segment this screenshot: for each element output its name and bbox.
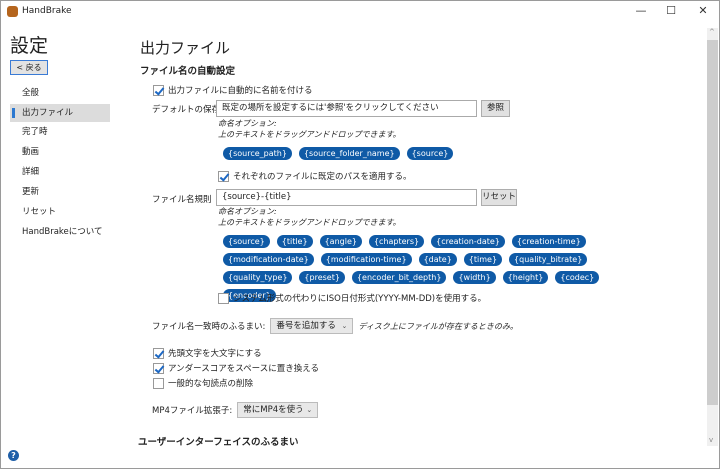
title-bar: HandBrake — ☐ ✕ [0, 0, 720, 24]
iso-date-label: システム形式の代わりにISO日付形式(YYYY-MM-DD)を使用する。 [233, 294, 487, 304]
page-title: 出力ファイル [140, 39, 231, 57]
sidebar-item-when-done[interactable]: 完了時 [10, 123, 110, 141]
maximize-button[interactable]: ☐ [656, 4, 686, 20]
sidebar-item-updates[interactable]: 更新 [10, 183, 110, 201]
hint-line-1: 命名オプション: [218, 119, 277, 128]
punctuation-row[interactable]: 一般的な句読点の削除 [153, 377, 253, 389]
chip[interactable]: {modification-date} [223, 253, 314, 266]
chip[interactable]: {creation-date} [431, 235, 505, 248]
chevron-down-icon: ⌄ [306, 406, 313, 414]
chip[interactable]: {time} [463, 253, 503, 266]
auto-name-checkbox-row[interactable]: 出力ファイルに自動的に名前を付ける [153, 84, 313, 96]
chip[interactable]: {title} [276, 235, 313, 248]
iso-date-row[interactable]: システム形式の代わりにISO日付形式(YYYY-MM-DD)を使用する。 [218, 292, 486, 304]
window-title: HandBrake [22, 6, 72, 16]
hint-line-2: 上のテキストをドラッグアンドドロップできます。 [218, 130, 401, 139]
close-button[interactable]: ✕ [688, 4, 718, 20]
underscore-checkbox[interactable] [153, 362, 164, 374]
auto-name-checkbox[interactable] [153, 84, 164, 96]
section-ui-behavior: ユーザーインターフェイスのふるまい [138, 437, 299, 448]
back-button[interactable]: < 戻る [10, 60, 48, 75]
hint-line-2: 上のテキストをドラッグアンドドロップできます。 [218, 218, 401, 227]
chip-source[interactable]: {source} [406, 147, 454, 160]
collision-value: 番号を追加する [276, 321, 336, 331]
chevron-down-icon: ⌄ [341, 322, 348, 330]
mp4-label: MP4ファイル拡張子: [152, 406, 233, 416]
sidebar-item-about[interactable]: HandBrakeについて [10, 223, 110, 241]
scroll-down-icon[interactable]: v [709, 436, 713, 444]
chip[interactable]: {width} [453, 271, 496, 284]
scrollbar-thumb[interactable] [707, 40, 718, 405]
hint-line-1: 命名オプション: [218, 207, 277, 216]
default-path-input[interactable]: 既定の場所を設定するには'参照'をクリックしてください [216, 100, 477, 117]
reset-format-button[interactable]: リセット [481, 189, 517, 206]
browse-button[interactable]: 参照 [481, 100, 510, 117]
mp4-value: 常にMP4を使う [243, 405, 304, 415]
file-format-input[interactable]: {source}-{title} [216, 189, 477, 206]
section-auto-naming: ファイル名の自動設定 [140, 66, 236, 77]
chip[interactable]: {height} [502, 271, 549, 284]
naming-hint: 命名オプション: 上のテキストをドラッグアンドドロップできます。 [218, 118, 401, 140]
chip[interactable]: {angle} [319, 235, 362, 248]
scroll-up-icon[interactable]: ^ [709, 28, 715, 36]
chip[interactable]: {quality_bitrate} [509, 253, 588, 266]
mp4-row: MP4ファイル拡張子: 常にMP4を使う ⌄ [152, 402, 319, 418]
chip-source-path[interactable]: {source_path} [223, 147, 292, 160]
mp4-select[interactable]: 常にMP4を使う ⌄ [237, 402, 319, 418]
sidebar-item-general[interactable]: 全般 [10, 84, 110, 102]
chip[interactable]: {preset} [299, 271, 345, 284]
sidebar-item-reset[interactable]: リセット [10, 203, 110, 221]
chip[interactable]: {codec} [555, 271, 600, 284]
help-icon[interactable]: ? [8, 450, 19, 461]
chip[interactable]: {modification-time} [320, 253, 412, 266]
apply-path-row[interactable]: それぞれのファイルに既定のパスを適用する。 [218, 170, 412, 182]
punctuation-label: 一般的な句読点の削除 [168, 379, 254, 389]
underscore-label: アンダースコアをスペースに置き換える [168, 364, 319, 374]
collision-select[interactable]: 番号を追加する ⌄ [270, 318, 354, 334]
naming-hint-2: 命名オプション: 上のテキストをドラッグアンドドロップできます。 [218, 206, 401, 228]
collision-hint: ディスク上にファイルが存在するときのみ。 [358, 321, 518, 331]
sidebar-item-advanced[interactable]: 詳細 [10, 163, 110, 181]
chip[interactable]: {encoder_bit_depth} [351, 271, 447, 284]
chip-source-folder-name[interactable]: {source_folder_name} [298, 147, 400, 160]
collision-row: ファイル名一致時のふるまい: 番号を追加する ⌄ ディスク上にファイルが存在すると… [152, 318, 518, 334]
path-chips: {source_path} {source_folder_name} {sour… [223, 147, 623, 160]
sidebar-item-output-files[interactable]: 出力ファイル [10, 104, 110, 122]
settings-title: 設定 [10, 35, 49, 57]
capitalize-checkbox[interactable] [153, 347, 164, 359]
chip[interactable]: {date} [418, 253, 457, 266]
capitalize-row[interactable]: 先頭文字を大文字にする [153, 347, 262, 359]
collision-label: ファイル名一致時のふるまい: [152, 322, 266, 332]
iso-date-checkbox[interactable] [218, 292, 229, 304]
punctuation-checkbox[interactable] [153, 377, 164, 389]
auto-name-label: 出力ファイルに自動的に名前を付ける [168, 86, 313, 96]
chip[interactable]: {chapters} [368, 235, 425, 248]
sidebar-item-video[interactable]: 動画 [10, 143, 110, 161]
chip[interactable]: {creation-time} [511, 235, 586, 248]
chip[interactable]: {source} [223, 235, 270, 248]
underscore-row[interactable]: アンダースコアをスペースに置き換える [153, 362, 319, 374]
chip[interactable]: {quality_type} [223, 271, 293, 284]
capitalize-label: 先頭文字を大文字にする [168, 349, 262, 359]
handbrake-logo-icon [7, 6, 18, 17]
apply-path-checkbox[interactable] [218, 170, 229, 182]
minimize-button[interactable]: — [626, 4, 656, 20]
file-format-label: ファイル名規則 [152, 195, 212, 205]
apply-path-label: それぞれのファイルに既定のパスを適用する。 [233, 172, 412, 182]
